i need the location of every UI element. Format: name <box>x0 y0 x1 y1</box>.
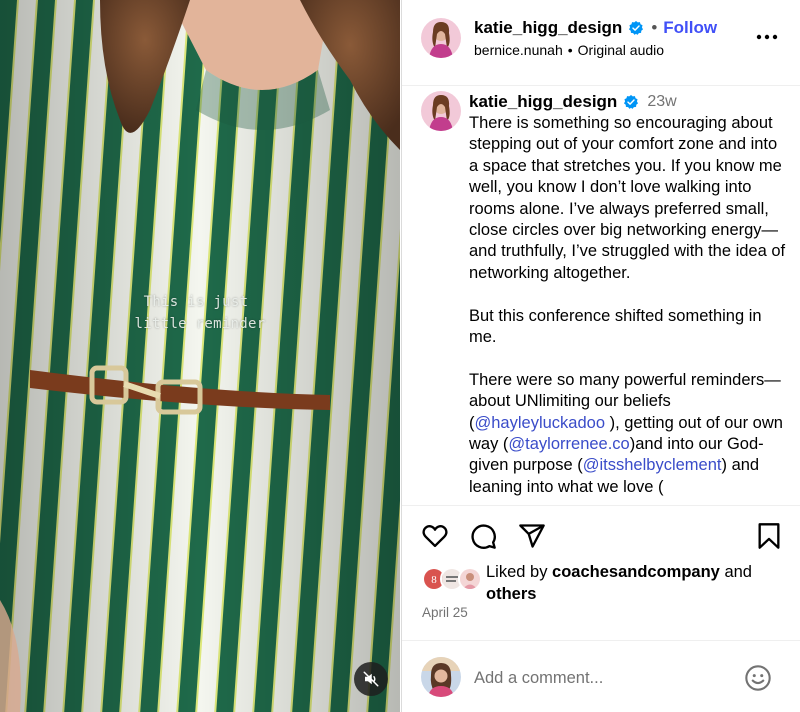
post-timestamp[interactable]: 23w <box>647 91 676 113</box>
post-panel: katie_higg_design • Follow bernice.nunah… <box>401 0 800 712</box>
likes-prefix: Liked by <box>486 563 553 581</box>
likes-middle: and <box>719 563 752 581</box>
likes-section: 8 Liked by coachesandcompany and others <box>422 561 792 605</box>
comment-bar <box>402 640 800 712</box>
original-audio-link[interactable]: Original audio <box>578 42 664 58</box>
caption-paragraph-2: But this conference shifted something in… <box>469 306 762 347</box>
follow-button[interactable]: Follow <box>663 17 717 39</box>
likes-text: Liked by coachesandcompany and others <box>486 561 786 605</box>
action-bar <box>402 505 800 565</box>
author-avatar[interactable] <box>421 18 461 58</box>
comment-icon[interactable] <box>469 522 497 550</box>
video-caption-line-2: little reminder <box>134 316 266 332</box>
liker-avatars[interactable]: 8 <box>422 567 484 591</box>
bookmark-icon[interactable] <box>755 522 783 550</box>
mention-link[interactable]: @itsshelbyclement <box>583 456 722 474</box>
svg-text:8: 8 <box>431 574 437 586</box>
header-separator: • <box>651 18 658 37</box>
more-options-icon[interactable] <box>755 27 779 47</box>
video-caption-line-1: This is just <box>143 294 249 310</box>
caption-username[interactable]: katie_higg_design <box>469 91 617 113</box>
header-username-row: katie_higg_design • Follow <box>474 17 717 39</box>
caption-section: katie_higg_design 23w There is something… <box>402 87 800 505</box>
mute-button[interactable] <box>354 662 388 696</box>
audio-row: bernice.nunah • Original audio <box>474 41 664 59</box>
emoji-icon[interactable] <box>744 664 772 692</box>
heart-icon[interactable] <box>421 522 449 550</box>
post-video[interactable]: This is just little reminder <box>0 0 400 712</box>
speaker-muted-icon <box>363 671 379 687</box>
caption-paragraph-1: There is something so encouraging about … <box>469 114 786 282</box>
caption-author-avatar[interactable] <box>421 91 461 131</box>
audio-user-link[interactable]: bernice.nunah <box>474 42 563 58</box>
comment-input[interactable] <box>474 665 724 691</box>
caption-text: There is something so encouraging about … <box>469 113 789 498</box>
mention-link[interactable]: @taylorrenee.co <box>508 435 629 453</box>
verified-badge-icon <box>624 95 639 109</box>
liker-avatar <box>458 567 482 591</box>
video-frame <box>0 0 400 712</box>
audio-separator: • <box>567 42 573 58</box>
liker-username[interactable]: coachesandcompany <box>552 563 720 581</box>
author-username[interactable]: katie_higg_design <box>474 17 622 39</box>
mention-link[interactable]: @hayleyluckadoo <box>475 414 606 432</box>
caption-header: katie_higg_design 23w <box>469 91 677 113</box>
caption-paragraph-3: There were so many powerful reminders—ab… <box>469 370 789 498</box>
viewer-avatar <box>421 657 461 697</box>
likes-others-link[interactable]: others <box>486 585 536 603</box>
post-header: katie_higg_design • Follow bernice.nunah… <box>402 0 800 86</box>
verified-badge-icon <box>629 21 644 35</box>
share-icon[interactable] <box>518 522 546 550</box>
post-date[interactable]: April 25 <box>422 605 468 620</box>
